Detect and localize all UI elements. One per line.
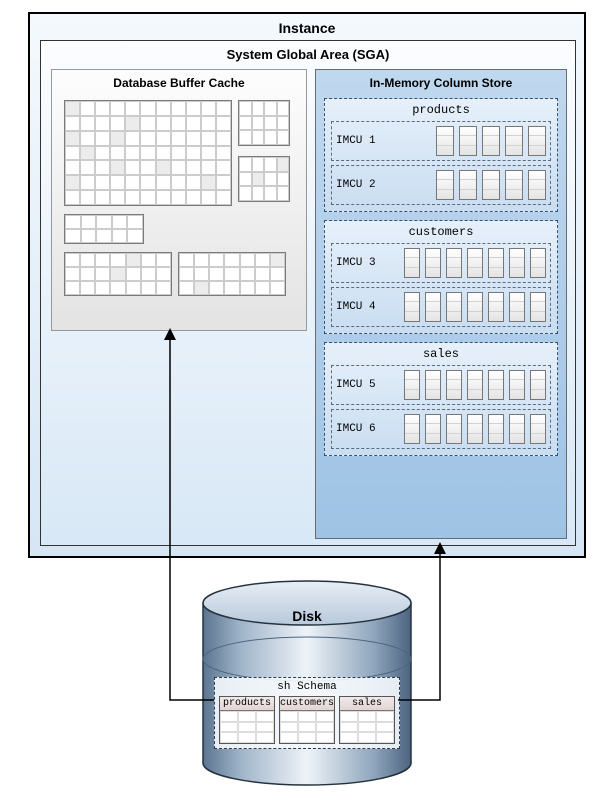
buffer-cache-title: Database Buffer Cache — [52, 70, 306, 100]
disk: Disk sh Schema products customers sales — [196, 575, 418, 787]
im-store-title: In-Memory Column Store — [316, 70, 566, 98]
im-table-name: sales — [331, 347, 551, 365]
schema-table-products: products — [219, 696, 275, 744]
instance-container: Instance System Global Area (SGA) Databa… — [28, 12, 586, 558]
in-memory-column-store: In-Memory Column Store products IMCU 1 I… — [315, 69, 567, 539]
buffer-grid-bottom-1 — [64, 252, 172, 296]
sga-container: System Global Area (SGA) Database Buffer… — [40, 40, 576, 546]
database-buffer-cache: Database Buffer Cache — [51, 69, 307, 331]
imcu-label: IMCU 4 — [336, 301, 382, 313]
buffer-grid-wide — [64, 214, 144, 244]
imcu-row: IMCU 4 — [331, 287, 551, 327]
schema-table-sales: sales — [339, 696, 395, 744]
buffer-grid-bottom-2 — [178, 252, 286, 296]
buffer-grid-small-2 — [238, 156, 290, 202]
imcu-columns — [388, 248, 546, 278]
schema-table-customers: customers — [279, 696, 335, 744]
imcu-columns — [388, 370, 546, 400]
sga-title: System Global Area (SGA) — [41, 41, 575, 68]
imcu-row: IMCU 1 — [331, 121, 551, 161]
imcu-label: IMCU 6 — [336, 423, 382, 435]
imcu-label: IMCU 1 — [336, 135, 382, 147]
imcu-label: IMCU 5 — [336, 379, 382, 391]
schema-name: sh Schema — [219, 680, 395, 696]
im-table-sales: sales IMCU 5 IMCU 6 — [324, 342, 558, 456]
buffer-cache-grids — [52, 100, 306, 308]
disk-schema: sh Schema products customers sales — [214, 677, 400, 749]
imcu-columns — [388, 126, 546, 156]
schema-table-header: products — [220, 697, 274, 711]
schema-table-header: sales — [340, 697, 394, 711]
imcu-columns — [388, 414, 546, 444]
buffer-grid-large — [64, 100, 232, 206]
im-table-products: products IMCU 1 IMCU 2 — [324, 98, 558, 212]
imcu-columns — [388, 170, 546, 200]
imcu-columns — [388, 292, 546, 322]
im-table-name: products — [331, 103, 551, 121]
im-table-name: customers — [331, 225, 551, 243]
schema-table-header: customers — [280, 697, 334, 711]
disk-label: Disk — [196, 608, 418, 624]
schema-tables: products customers sales — [219, 696, 395, 744]
imcu-row: IMCU 3 — [331, 243, 551, 283]
imcu-label: IMCU 3 — [336, 257, 382, 269]
imcu-label: IMCU 2 — [336, 179, 382, 191]
im-table-customers: customers IMCU 3 IMCU 4 — [324, 220, 558, 334]
buffer-grid-small-1 — [238, 100, 290, 146]
imcu-row: IMCU 2 — [331, 165, 551, 205]
imcu-row: IMCU 5 — [331, 365, 551, 405]
instance-title: Instance — [30, 14, 584, 38]
imcu-row: IMCU 6 — [331, 409, 551, 449]
